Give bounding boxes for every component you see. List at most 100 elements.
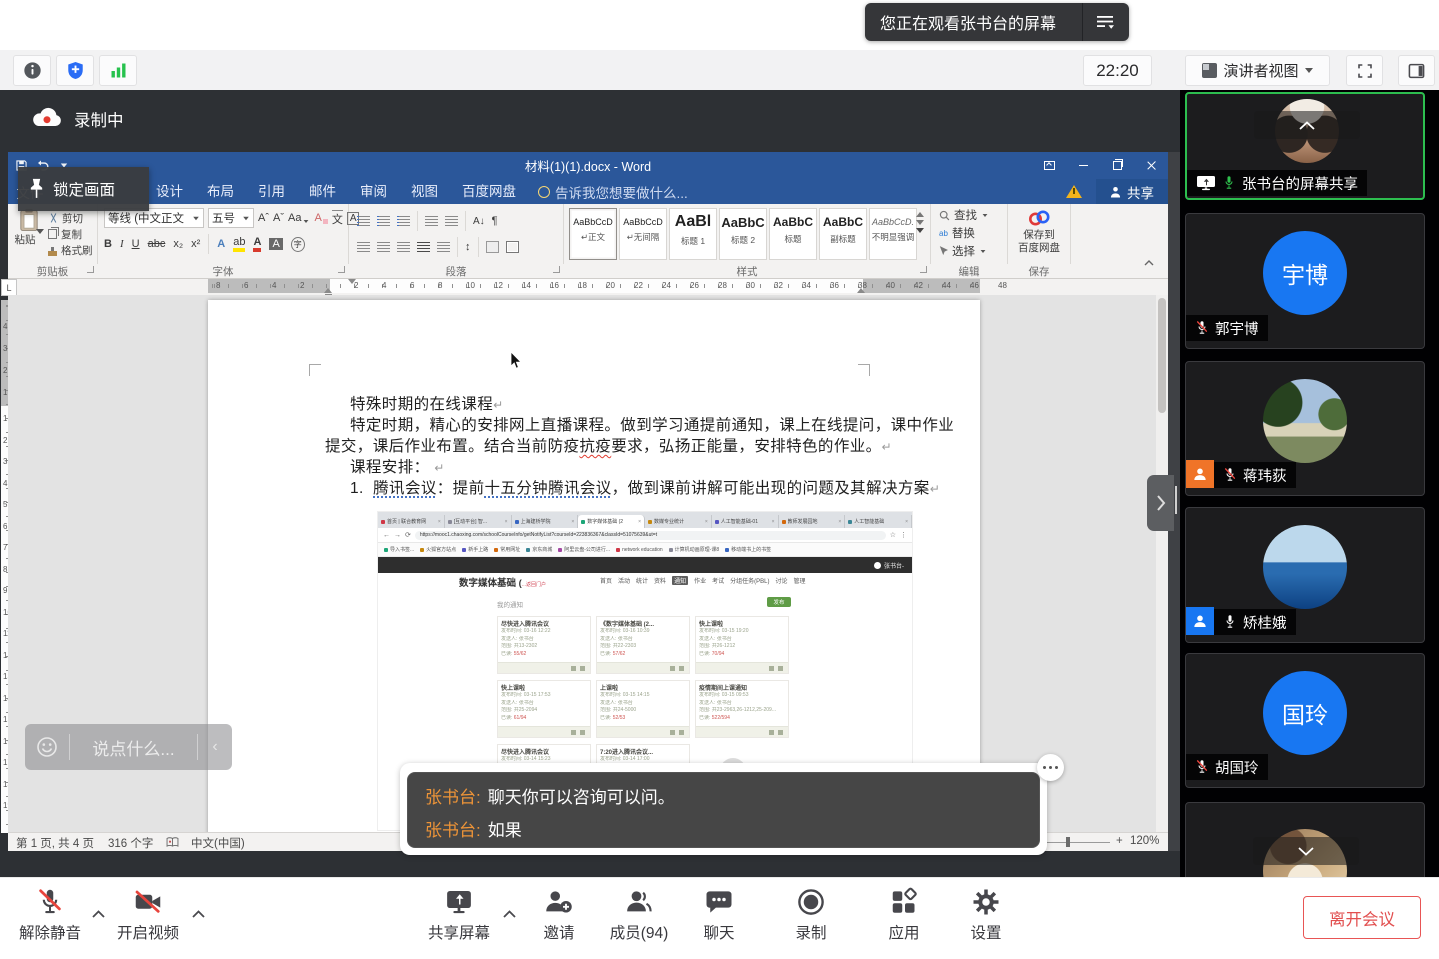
- participants-sidebar: 张书台的屏幕共享 宇博 郭宇博 蒋玮荻: [1180, 90, 1439, 877]
- leave-meeting-button[interactable]: 离开会议: [1303, 896, 1421, 939]
- participant-tile[interactable]: [1185, 802, 1425, 877]
- members-icon: [624, 887, 654, 917]
- bookmark-item: 京东商城: [526, 546, 552, 553]
- unmute-button[interactable]: 解除静音: [5, 887, 95, 943]
- text-boundary-mark: [309, 364, 321, 376]
- ruler-number: 4: [380, 281, 388, 290]
- ruler-number: 24: [660, 281, 673, 290]
- chat-bubble-icon: [704, 887, 734, 917]
- mic-muted-icon: [35, 887, 65, 917]
- mic-muted-icon: [1195, 320, 1209, 336]
- invite-button[interactable]: 邀请: [514, 887, 604, 943]
- start-video-button[interactable]: 开启视频: [103, 887, 193, 943]
- browser-tab: 数媒专业统计×: [645, 515, 712, 528]
- pin-video-tooltip[interactable]: 锁定画面: [18, 167, 149, 211]
- group-label: 保存: [1008, 264, 1070, 279]
- bookmark-item: 新手上路: [462, 546, 488, 553]
- mic-muted-icon: [1195, 759, 1209, 775]
- course-nav: 首页活动统计资料通知作业考试分组任务(PBL)讨论管理: [600, 576, 805, 585]
- meeting-info-button[interactable]: [13, 55, 51, 86]
- quick-chat-input[interactable]: 说点什么... ‹: [25, 724, 232, 770]
- members-button[interactable]: 成员(94): [594, 887, 684, 943]
- ruler-number: 48: [996, 281, 1009, 290]
- browser-tabs: 首页 | 联合教育网×[互动平台] 智...×上海建桥学院×数字媒体基础 (2×…: [378, 512, 912, 528]
- distribute-icon: [437, 242, 450, 252]
- ruler-number: 30: [744, 281, 757, 290]
- word-count: 316 个字: [108, 835, 153, 851]
- course-nav-item: 首页: [600, 576, 612, 585]
- pin-video-tooltip-label: 锁定画面: [53, 178, 115, 200]
- collapse-left-icon[interactable]: ‹: [198, 738, 232, 756]
- course-nav-item: 管理: [793, 576, 805, 585]
- participant-tile[interactable]: 国玲 胡国玲: [1185, 653, 1425, 788]
- participant-tile-sharer[interactable]: 张书台的屏幕共享: [1185, 92, 1425, 200]
- bookmarks-bar: 导入书签...火狐官方站点新手上路常用网址京东商城阿里云盘-公司进行...net…: [378, 543, 912, 557]
- participant-tile[interactable]: 矫桂娥: [1185, 507, 1425, 643]
- ruler-number: 14: [520, 281, 533, 290]
- ruler-number: 4: [270, 281, 278, 290]
- avatar: [1263, 379, 1347, 463]
- apps-button[interactable]: 应用: [859, 887, 949, 943]
- mic-muted-icon: [1223, 467, 1237, 483]
- layout-menu-icon[interactable]: [1083, 3, 1129, 41]
- bookmark-item: 移动端书上的书签: [725, 546, 771, 553]
- ruler-number: 8: [214, 281, 222, 290]
- scroll-down-control[interactable]: [1253, 837, 1359, 865]
- more-options-button[interactable]: [1037, 754, 1064, 781]
- chevron-right-icon: [1156, 495, 1166, 511]
- meeting-dock: 解除静音 开启视频 共享屏幕 邀请 成员(94) 聊天 录制: [0, 877, 1439, 959]
- quick-chat-placeholder[interactable]: 说点什么...: [70, 735, 197, 760]
- hanging-indent-marker: [324, 284, 332, 293]
- ruler-number: 8: [3, 565, 7, 574]
- doc-paragraph: 1. 腾讯会议：提前十五分钟腾讯会议，做到课前讲解可能出现的问题及其解决方案↵: [350, 476, 940, 498]
- tab-layout: 布局: [195, 179, 246, 204]
- notice-card: 疫情期间上课通知发布时间: 03-15 09:53发送人: 张书台范围: 共23…: [695, 680, 789, 738]
- ruler-number: 3: [3, 344, 7, 353]
- divider-handle[interactable]: [1175, 486, 1177, 514]
- ruler-number: 10: [464, 281, 477, 290]
- role-badge-icon: [1186, 460, 1214, 488]
- ruler-number: 44: [940, 281, 953, 290]
- settings-button[interactable]: 设置: [941, 887, 1031, 943]
- dialog-launcher-icon: [338, 266, 345, 273]
- side-panel-toggle-button[interactable]: [1398, 55, 1435, 86]
- scroll-up-control[interactable]: [1254, 111, 1360, 139]
- word-share-button: 共享: [1096, 179, 1168, 204]
- chevron-up-icon: [1299, 121, 1315, 130]
- zoom-in-button: +: [1116, 835, 1123, 847]
- bookmark-item: network education: [616, 547, 663, 553]
- doc-paragraph: 课程安排： ↵: [350, 455, 445, 477]
- participant-tile[interactable]: 蒋玮荻: [1185, 361, 1425, 496]
- ruler-number: 4: [3, 322, 7, 331]
- browser-tab: 上海建桥学院×: [512, 515, 579, 528]
- browser-tab: 教师发展园地×: [779, 515, 846, 528]
- course-nav-item: 资料: [654, 576, 666, 585]
- screen-share-icon: [444, 887, 474, 917]
- network-status-button[interactable]: [99, 55, 137, 86]
- chat-button[interactable]: 聊天: [674, 887, 764, 943]
- view-mode-label: 演讲者视图: [1223, 60, 1298, 81]
- proofing-icon: [166, 837, 179, 847]
- shared-screen-stage: 录制中 材料(1)(1).docx - Word 文件: [0, 90, 1180, 877]
- fullscreen-button[interactable]: [1346, 55, 1383, 86]
- emoji-button[interactable]: [25, 735, 69, 759]
- bookmark-item: 火狐官方站点: [420, 546, 456, 553]
- shield-icon: [67, 61, 84, 80]
- scissors-icon: [48, 213, 58, 223]
- underline-icon: U: [132, 238, 140, 250]
- collapse-sidebar-tab[interactable]: [1147, 475, 1174, 531]
- record-button[interactable]: 录制: [766, 887, 856, 943]
- video-options-chevron[interactable]: [192, 910, 205, 918]
- view-mode-button[interactable]: 演讲者视图: [1185, 55, 1330, 86]
- clear-format-icon: A: [314, 212, 327, 224]
- dialog-launcher-icon: [87, 266, 94, 273]
- participant-tile[interactable]: 宇博 郭宇博: [1185, 213, 1425, 349]
- page-indicator: 第 1 页, 共 4 页: [16, 835, 94, 851]
- line-spacing-icon: ↕: [465, 241, 471, 253]
- ruler-number: 20: [604, 281, 617, 290]
- ruler-number: 28: [716, 281, 729, 290]
- notice-card: 上课啦发布时间: 03-15 14:15发送人: 张书台范围: 共24-5000…: [596, 680, 690, 738]
- security-button[interactable]: [56, 55, 94, 86]
- font-size-box: 五号: [208, 208, 254, 228]
- share-screen-button[interactable]: 共享屏幕: [414, 887, 504, 943]
